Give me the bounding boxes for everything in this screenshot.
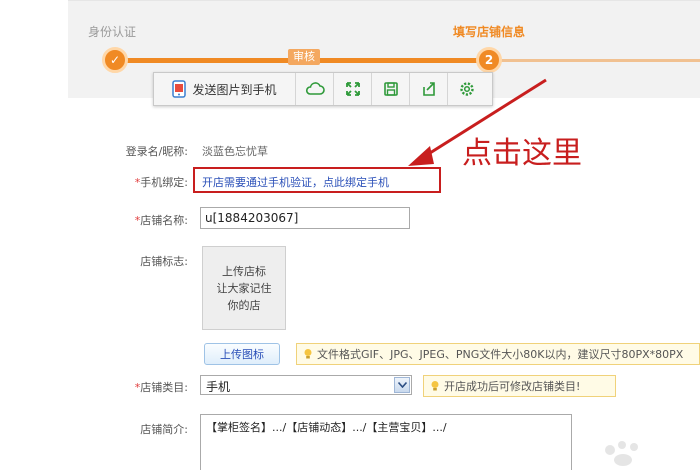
store-name-label-text: 店铺名称: — [140, 214, 188, 227]
cloud-icon — [305, 82, 325, 95]
step-1-check-icon: ✓ — [102, 47, 128, 73]
step-2-dot: 2 — [476, 47, 502, 73]
logo-text-line-1: 上传店标 — [222, 264, 266, 278]
click-here-annotation: 点击这里 — [462, 136, 582, 171]
login-name-label: 登录名/昵称: — [125, 145, 188, 158]
upload-logo-button[interactable]: 上传图标 — [204, 343, 280, 365]
store-intro-label: 店铺简介: — [140, 423, 188, 436]
phone-bind-label-text: 手机绑定: — [140, 176, 188, 189]
audit-tag: 审核 — [288, 49, 320, 65]
store-category-label: *店铺类目: — [88, 379, 188, 395]
category-hint-text: 开店成功后可修改店铺类目! — [444, 380, 581, 393]
chevron-down-icon[interactable] — [394, 377, 410, 393]
step-1-label: 身份认证 — [88, 25, 137, 39]
store-intro-textarea[interactable]: 【掌柜签名】.../【店铺动态】.../【主营宝贝】.../ — [200, 414, 572, 470]
logo-text-line-2: 让大家记住 — [216, 281, 272, 295]
step-2-label: 填写店铺信息 — [453, 25, 526, 39]
store-logo-placeholder[interactable]: 上传店标 让大家记住 你的店 — [202, 246, 286, 330]
paw-watermark-icon — [605, 441, 638, 466]
store-category-label-text: 店铺类目: — [140, 381, 188, 394]
store-name-input[interactable]: u[1884203067] — [200, 207, 410, 229]
progress-track-remaining — [498, 59, 700, 62]
fullscreen-icon — [345, 82, 360, 96]
phone-bind-label: *手机绑定: — [88, 174, 188, 190]
logo-text-line-3: 你的店 — [227, 298, 261, 312]
file-format-hint: 文件格式GIF、JPG、JPEG、PNG文件大小80K以内，建议尺寸80PX*8… — [296, 343, 700, 365]
save-icon — [383, 82, 398, 96]
login-name-value: 淡蓝色忘忧草 — [202, 145, 268, 158]
cloud-button[interactable] — [296, 73, 334, 105]
store-category-value: 手机 — [206, 380, 231, 394]
logo-placeholder-text: 上传店标 让大家记住 你的店 — [217, 263, 272, 314]
store-category-select[interactable]: 手机 — [200, 375, 412, 395]
fullscreen-button[interactable] — [334, 73, 372, 105]
file-format-hint-text: 文件格式GIF、JPG、JPEG、PNG文件大小80K以内，建议尺寸80PX*8… — [317, 348, 684, 361]
bind-phone-link[interactable]: 开店需要通过手机验证，点此绑定手机 — [202, 174, 389, 190]
send-to-phone-label: 发送图片到手机 — [192, 82, 277, 97]
store-name-label: *店铺名称: — [88, 212, 188, 228]
store-logo-label: 店铺标志: — [140, 255, 188, 268]
phone-icon — [172, 80, 187, 98]
lightbulb-icon — [431, 381, 439, 391]
send-to-phone-button[interactable]: 发送图片到手机 — [154, 73, 296, 105]
lightbulb-icon — [304, 349, 312, 359]
category-hint: 开店成功后可修改店铺类目! — [423, 375, 616, 397]
